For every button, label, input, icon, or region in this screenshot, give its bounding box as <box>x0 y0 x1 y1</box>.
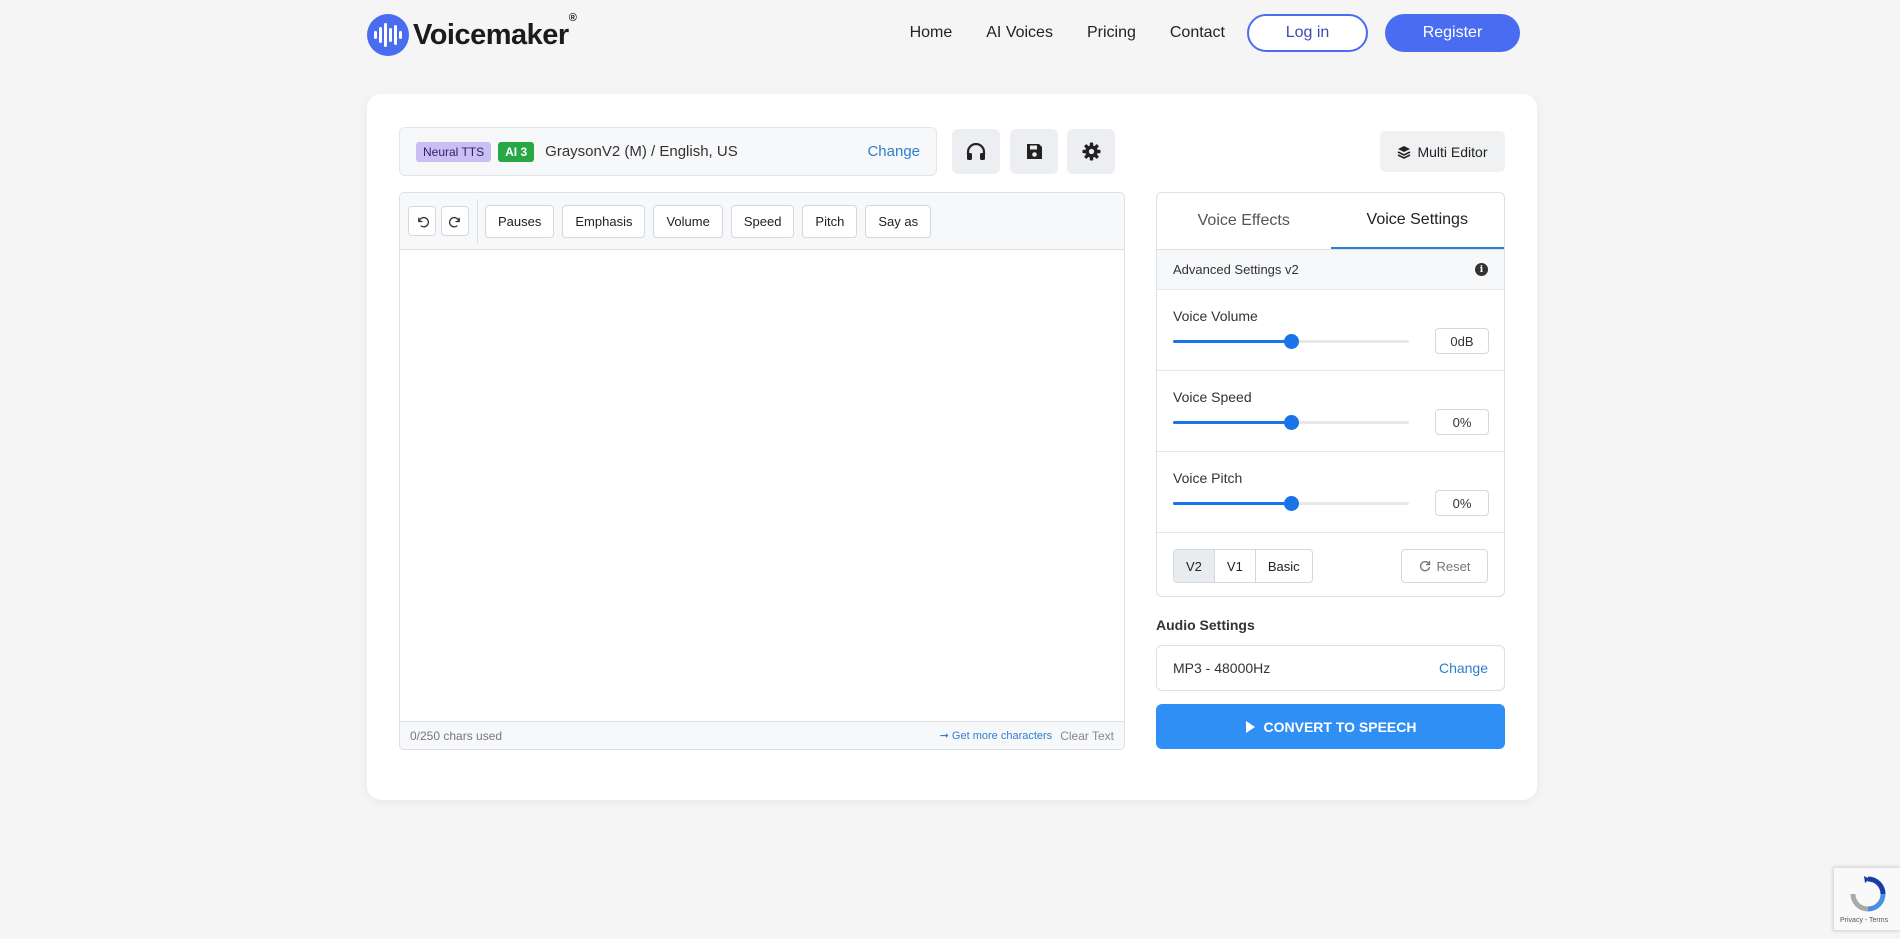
emphasis-button[interactable]: Emphasis <box>562 204 646 238</box>
get-more-characters-link[interactable]: ➞ Get more characters <box>940 729 1053 742</box>
voice-volume-thumb[interactable] <box>1284 334 1299 349</box>
speed-button[interactable]: Speed <box>730 204 795 238</box>
convert-to-speech-button[interactable]: CONVERT TO SPEECH <box>1156 704 1505 749</box>
headphones-icon <box>966 142 986 160</box>
voice-name: GraysonV2 (M) / English, US <box>545 143 738 160</box>
convert-label: CONVERT TO SPEECH <box>1263 718 1417 735</box>
settings-button[interactable] <box>1067 129 1115 174</box>
nav-home[interactable]: Home <box>910 24 953 42</box>
save-button[interactable] <box>1010 129 1058 174</box>
site-header: Voicemaker® Home AI Voices Pricing Conta… <box>367 11 1520 58</box>
recaptcha-terms[interactable]: Privacy - Terms <box>1840 917 1888 924</box>
version-v1-button[interactable]: V1 <box>1215 550 1256 582</box>
recaptcha-badge[interactable]: Privacy - Terms <box>1833 867 1900 931</box>
chars-used-counter: 0/250 chars used <box>410 728 503 743</box>
voice-volume-value[interactable]: 0dB <box>1435 328 1489 354</box>
layers-icon <box>1398 145 1411 159</box>
pauses-button[interactable]: Pauses <box>485 204 555 238</box>
ai-version-badge: AI 3 <box>498 141 535 162</box>
login-button[interactable]: Log in <box>1247 14 1368 52</box>
register-button[interactable]: Register <box>1385 14 1520 52</box>
main-nav: Home AI Voices Pricing Contact Log in Re… <box>910 14 1520 52</box>
say-as-button[interactable]: Say as <box>865 204 932 238</box>
recaptcha-icon <box>1850 876 1886 912</box>
audio-settings-title: Audio Settings <box>1156 617 1255 633</box>
listen-button[interactable] <box>952 129 1000 174</box>
reset-button[interactable]: Reset <box>1401 549 1488 583</box>
advanced-settings-header: Advanced Settings v2 i <box>1157 250 1504 290</box>
redo-button[interactable] <box>441 206 469 236</box>
toolbar-divider <box>477 198 478 244</box>
audio-format-value: MP3 - 48000Hz <box>1173 660 1271 676</box>
settings-tabs: Voice Effects Voice Settings <box>1157 193 1504 250</box>
voice-speed-slider[interactable] <box>1173 415 1409 430</box>
audio-format-box: MP3 - 48000Hz Change <box>1156 645 1505 691</box>
volume-button[interactable]: Volume <box>653 204 723 238</box>
version-v2-button[interactable]: V2 <box>1174 550 1215 582</box>
voice-selector: Neural TTS AI 3 GraysonV2 (M) / English,… <box>399 127 937 176</box>
undo-icon <box>417 216 429 228</box>
floppy-disk-icon <box>1026 144 1042 159</box>
text-editor: Pauses Emphasis Volume Speed Pitch Say a… <box>399 192 1125 750</box>
advanced-settings-label: Advanced Settings v2 <box>1173 262 1299 277</box>
neural-tts-badge: Neural TTS <box>416 141 492 162</box>
pitch-button[interactable]: Pitch <box>802 204 858 238</box>
undo-button[interactable] <box>408 206 436 236</box>
voice-speed-label: Voice Speed <box>1173 389 1252 405</box>
nav-ai-voices[interactable]: AI Voices <box>986 24 1053 42</box>
settings-panel: Voice Effects Voice Settings Advanced Se… <box>1156 192 1505 597</box>
change-voice-link[interactable]: Change <box>867 143 920 160</box>
gear-icon <box>1081 142 1101 161</box>
voice-speed-row: Voice Speed 0% <box>1157 371 1504 452</box>
redo-icon <box>448 216 460 228</box>
text-input-area[interactable] <box>400 250 1124 722</box>
voice-volume-label: Voice Volume <box>1173 308 1258 324</box>
tts-card: Neural TTS AI 3 GraysonV2 (M) / English,… <box>367 94 1537 800</box>
editor-toolbar: Pauses Emphasis Volume Speed Pitch Say a… <box>400 193 1124 250</box>
editor-footer: 0/250 chars used ➞ Get more characters C… <box>400 721 1124 749</box>
voice-speed-value[interactable]: 0% <box>1435 409 1489 435</box>
voice-pitch-slider[interactable] <box>1173 496 1409 511</box>
voice-pitch-value[interactable]: 0% <box>1435 490 1489 516</box>
version-row: V2 V1 Basic Reset <box>1157 533 1504 596</box>
voice-pitch-row: Voice Pitch 0% <box>1157 452 1504 533</box>
reset-label: Reset <box>1436 558 1471 574</box>
nav-pricing[interactable]: Pricing <box>1087 24 1136 42</box>
info-icon[interactable]: i <box>1475 263 1488 276</box>
multi-editor-button[interactable]: Multi Editor <box>1380 131 1505 172</box>
voice-volume-slider[interactable] <box>1173 334 1409 349</box>
tab-voice-effects[interactable]: Voice Effects <box>1157 193 1331 249</box>
change-audio-link[interactable]: Change <box>1439 660 1488 676</box>
tab-voice-settings[interactable]: Voice Settings <box>1330 193 1504 249</box>
voice-speed-thumb[interactable] <box>1284 415 1299 430</box>
logo[interactable]: Voicemaker® <box>367 11 577 56</box>
version-toggle-group: V2 V1 Basic <box>1173 549 1313 583</box>
play-icon <box>1245 720 1255 733</box>
multi-editor-label: Multi Editor <box>1417 143 1488 160</box>
voice-pitch-label: Voice Pitch <box>1173 470 1243 486</box>
refresh-icon <box>1419 561 1430 572</box>
clear-text-button[interactable]: Clear Text <box>1060 729 1114 743</box>
version-basic-button[interactable]: Basic <box>1256 550 1312 582</box>
logo-text: Voicemaker® <box>413 11 577 51</box>
nav-contact[interactable]: Contact <box>1170 24 1225 42</box>
voice-pitch-thumb[interactable] <box>1284 496 1299 511</box>
voice-volume-row: Voice Volume 0dB <box>1157 290 1504 371</box>
sound-wave-logo-icon <box>367 14 409 56</box>
